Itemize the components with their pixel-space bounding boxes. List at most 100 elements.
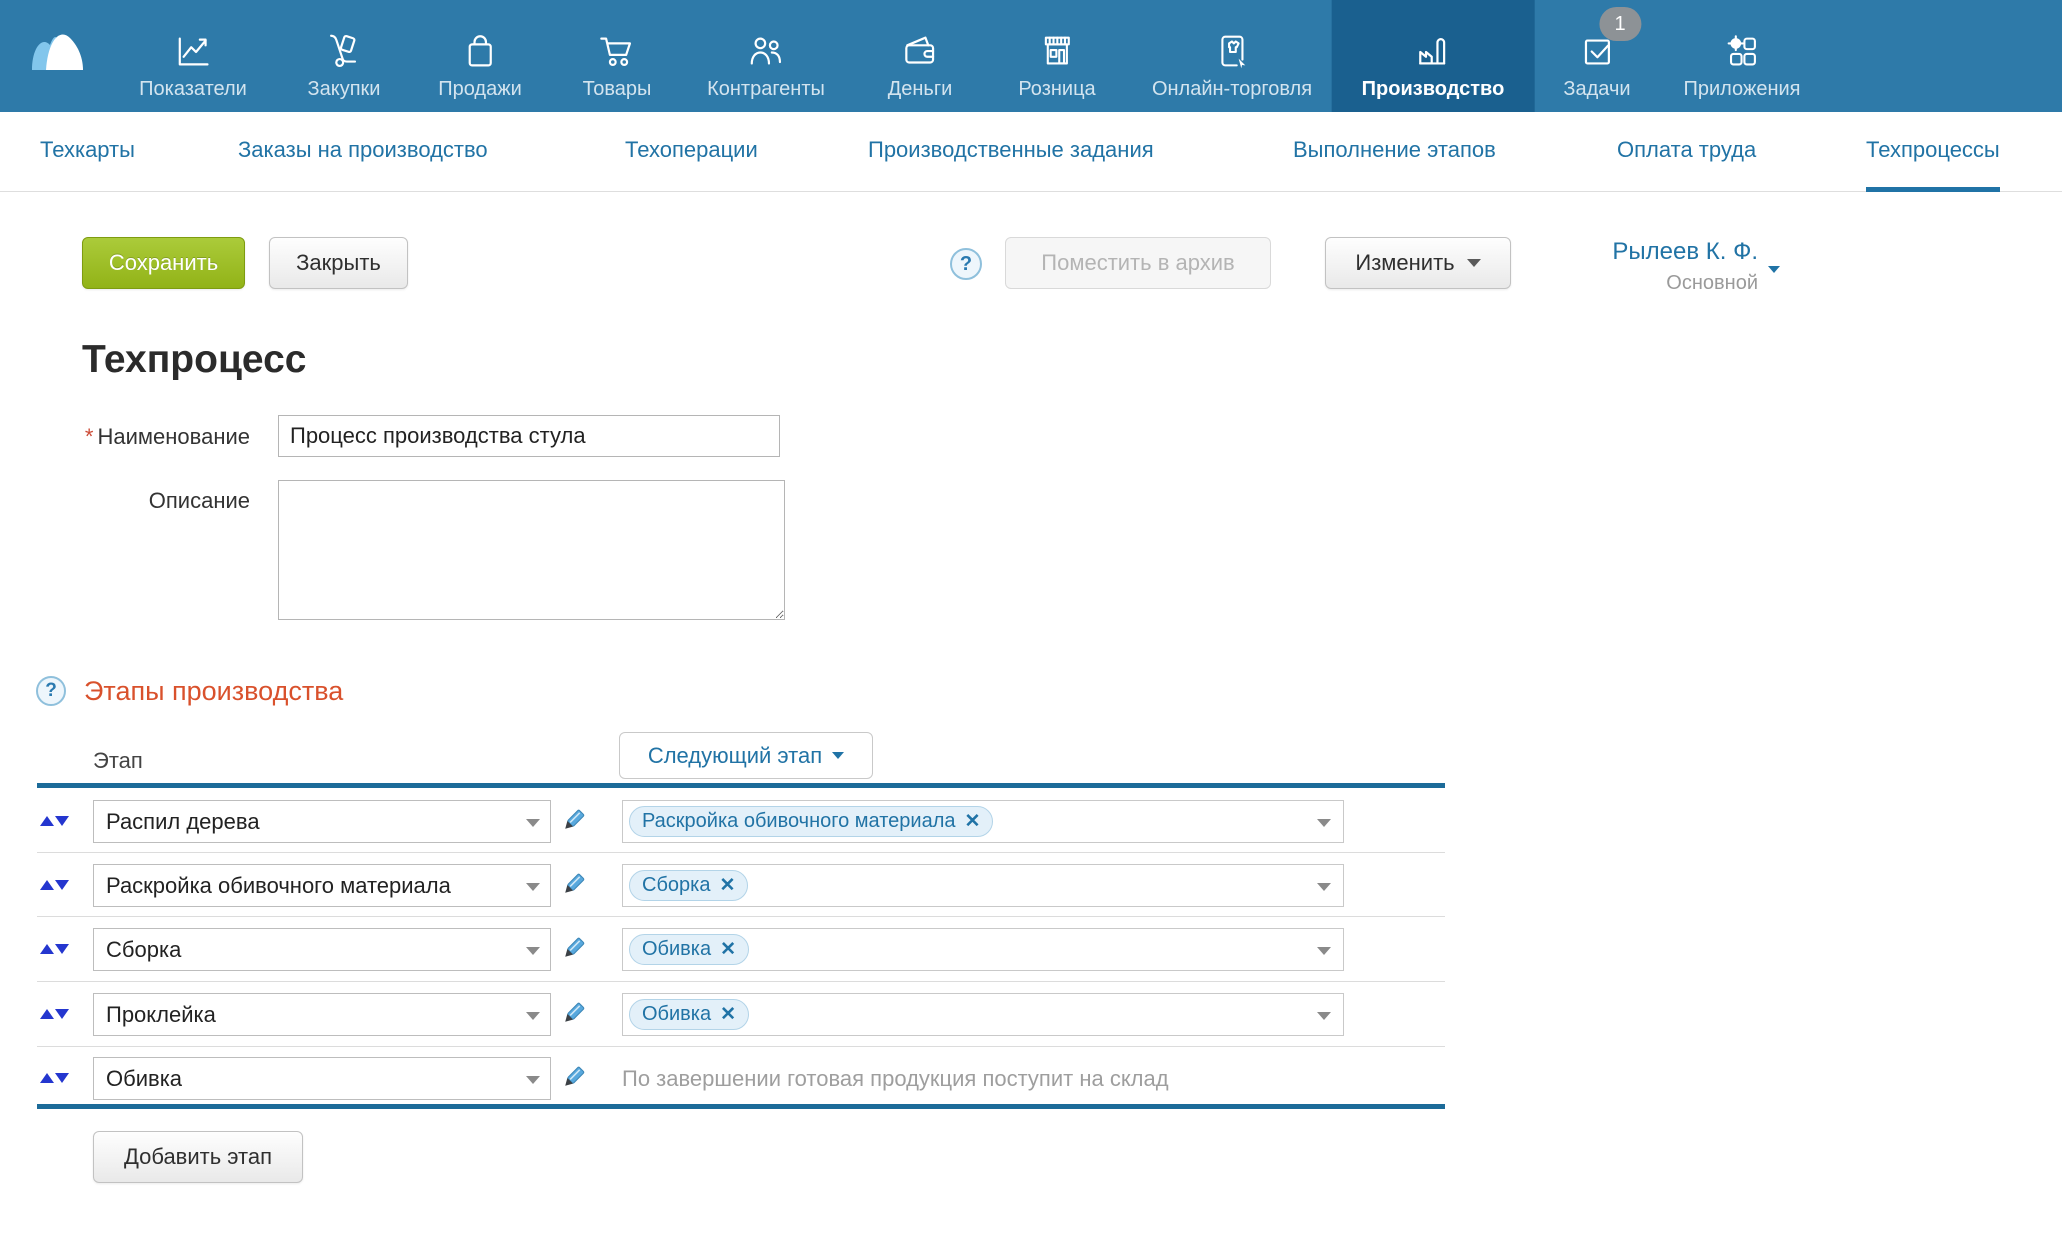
stage-select[interactable]: Обивка xyxy=(93,1057,551,1100)
stage-select[interactable]: Сборка xyxy=(93,928,551,971)
edit-pencil-icon[interactable] xyxy=(558,999,588,1029)
tab-stage-execution[interactable]: Выполнение этапов xyxy=(1293,112,1496,192)
topnav-label: Показатели xyxy=(139,78,247,101)
sort-down-icon xyxy=(55,1009,69,1019)
topnav-label: Закупки xyxy=(308,78,381,101)
app-window: Показатели Закупки Продажи Товары Контра… xyxy=(0,0,2062,1254)
topnav-label: Контрагенты xyxy=(707,78,825,101)
top-navigation-bar: Показатели Закупки Продажи Товары Контра… xyxy=(0,0,2062,112)
row-sort-handle[interactable] xyxy=(40,811,72,831)
user-menu-chevron-icon[interactable] xyxy=(1768,266,1780,273)
topnav-item-indicators[interactable]: Показатели xyxy=(139,0,247,112)
stages-help-icon[interactable]: ? xyxy=(36,676,66,706)
edit-pencil-icon[interactable] xyxy=(558,934,588,964)
next-stage-chip: Раскройка обивочного материала✕ xyxy=(629,806,993,837)
sort-down-icon xyxy=(55,880,69,890)
topnav-item-tasks[interactable]: 1 Задачи xyxy=(1563,0,1630,112)
edit-pencil-icon[interactable] xyxy=(558,870,588,900)
stage-select[interactable]: Раскройка обивочного материала xyxy=(93,864,551,907)
chevron-down-icon xyxy=(526,819,540,827)
user-context-label: Основной xyxy=(1470,272,1758,295)
moysklad-logo-icon[interactable] xyxy=(24,12,88,85)
tab-labor-payment[interactable]: Оплата труда xyxy=(1617,112,1756,192)
production-icon xyxy=(1411,31,1455,73)
required-asterisk: * xyxy=(85,424,94,449)
description-field-label: Описание xyxy=(40,488,250,514)
chevron-down-icon xyxy=(526,1012,540,1020)
topnav-label: Онлайн-торговля xyxy=(1152,78,1312,101)
sort-up-icon xyxy=(40,1073,54,1083)
edit-pencil-icon[interactable] xyxy=(558,1063,588,1093)
topnav-item-online-trade[interactable]: Онлайн-торговля xyxy=(1152,0,1312,112)
hand-truck-icon xyxy=(322,31,366,73)
remove-chip-icon[interactable]: ✕ xyxy=(720,938,736,961)
add-stage-button[interactable]: Добавить этап xyxy=(93,1131,303,1183)
sort-up-icon xyxy=(40,944,54,954)
topnav-item-counterparties[interactable]: Контрагенты xyxy=(707,0,825,112)
next-stage-multiselect[interactable]: Раскройка обивочного материала✕ xyxy=(622,800,1344,843)
apps-grid-icon xyxy=(1720,31,1764,73)
production-section-tabs: Техкарты Заказы на производство Техопера… xyxy=(0,112,2062,192)
tab-tech-processes[interactable]: Техпроцессы xyxy=(1866,112,2000,192)
close-button[interactable]: Закрыть xyxy=(269,237,408,289)
tab-tech-operations[interactable]: Техоперации xyxy=(625,112,758,192)
next-stage-column-button[interactable]: Следующий этап xyxy=(619,732,873,779)
chevron-down-icon xyxy=(526,947,540,955)
topnav-label: Задачи xyxy=(1563,78,1630,101)
chart-trend-icon xyxy=(171,31,215,73)
shopping-bag-icon xyxy=(458,31,502,73)
tab-production-orders[interactable]: Заказы на производство xyxy=(238,112,488,192)
row-sort-handle[interactable] xyxy=(40,939,72,959)
name-input[interactable] xyxy=(278,415,780,457)
edit-pencil-icon[interactable] xyxy=(558,806,588,836)
page-title: Техпроцесс xyxy=(82,338,306,382)
tab-production-tasks[interactable]: Производственные задания xyxy=(868,112,1154,192)
remove-chip-icon[interactable]: ✕ xyxy=(719,874,735,897)
sort-down-icon xyxy=(55,1073,69,1083)
row-divider xyxy=(37,852,1445,853)
table-bottom-rule xyxy=(37,1104,1445,1109)
description-textarea[interactable] xyxy=(278,480,785,620)
next-stage-chip: Обивка✕ xyxy=(629,934,749,965)
edit-menu-label: Изменить xyxy=(1355,250,1454,276)
topnav-label: Приложения xyxy=(1683,78,1800,101)
row-sort-handle[interactable] xyxy=(40,875,72,895)
topnav-item-apps[interactable]: Приложения xyxy=(1683,0,1800,112)
topnav-label: Деньги xyxy=(888,78,953,101)
user-name-link[interactable]: Рылеев К. Ф. xyxy=(1470,238,1758,266)
topnav-item-purchases[interactable]: Закупки xyxy=(308,0,381,112)
row-divider xyxy=(37,981,1445,982)
archive-button: Поместить в архив xyxy=(1005,237,1271,289)
topnav-label: Производство xyxy=(1362,78,1505,101)
topnav-item-money[interactable]: Деньги xyxy=(888,0,953,112)
table-top-rule xyxy=(37,783,1445,788)
chevron-down-icon xyxy=(1317,947,1331,955)
row-sort-handle[interactable] xyxy=(40,1004,72,1024)
sort-up-icon xyxy=(40,1009,54,1019)
stage-select[interactable]: Распил дерева xyxy=(93,800,551,843)
remove-chip-icon[interactable]: ✕ xyxy=(720,1003,736,1026)
topnav-item-retail[interactable]: Розница xyxy=(1018,0,1095,112)
storefront-icon xyxy=(1035,31,1079,73)
next-stage-chip: Обивка✕ xyxy=(629,999,749,1030)
next-stage-multiselect[interactable]: Сборка✕ xyxy=(622,864,1344,907)
topnav-item-goods[interactable]: Товары xyxy=(583,0,652,112)
next-stage-multiselect[interactable]: Обивка✕ xyxy=(622,993,1344,1036)
topnav-item-production[interactable]: Производство xyxy=(1332,0,1535,112)
topnav-label: Товары xyxy=(583,78,652,101)
remove-chip-icon[interactable]: ✕ xyxy=(965,810,981,833)
stage-select[interactable]: Проклейка xyxy=(93,993,551,1036)
sort-up-icon xyxy=(40,880,54,890)
sort-down-icon xyxy=(55,944,69,954)
stages-section-heading: Этапы производства xyxy=(84,676,343,707)
chevron-down-icon xyxy=(526,1076,540,1084)
chevron-down-icon xyxy=(1317,1012,1331,1020)
topnav-label: Розница xyxy=(1018,78,1095,101)
save-button[interactable]: Сохранить xyxy=(82,237,245,289)
topnav-item-sales[interactable]: Продажи xyxy=(438,0,522,112)
next-stage-multiselect[interactable]: Обивка✕ xyxy=(622,928,1344,971)
tab-tech-cards[interactable]: Техкарты xyxy=(40,112,135,192)
row-sort-handle[interactable] xyxy=(40,1068,72,1088)
next-stage-label: Следующий этап xyxy=(648,743,822,769)
help-icon[interactable]: ? xyxy=(950,248,982,280)
